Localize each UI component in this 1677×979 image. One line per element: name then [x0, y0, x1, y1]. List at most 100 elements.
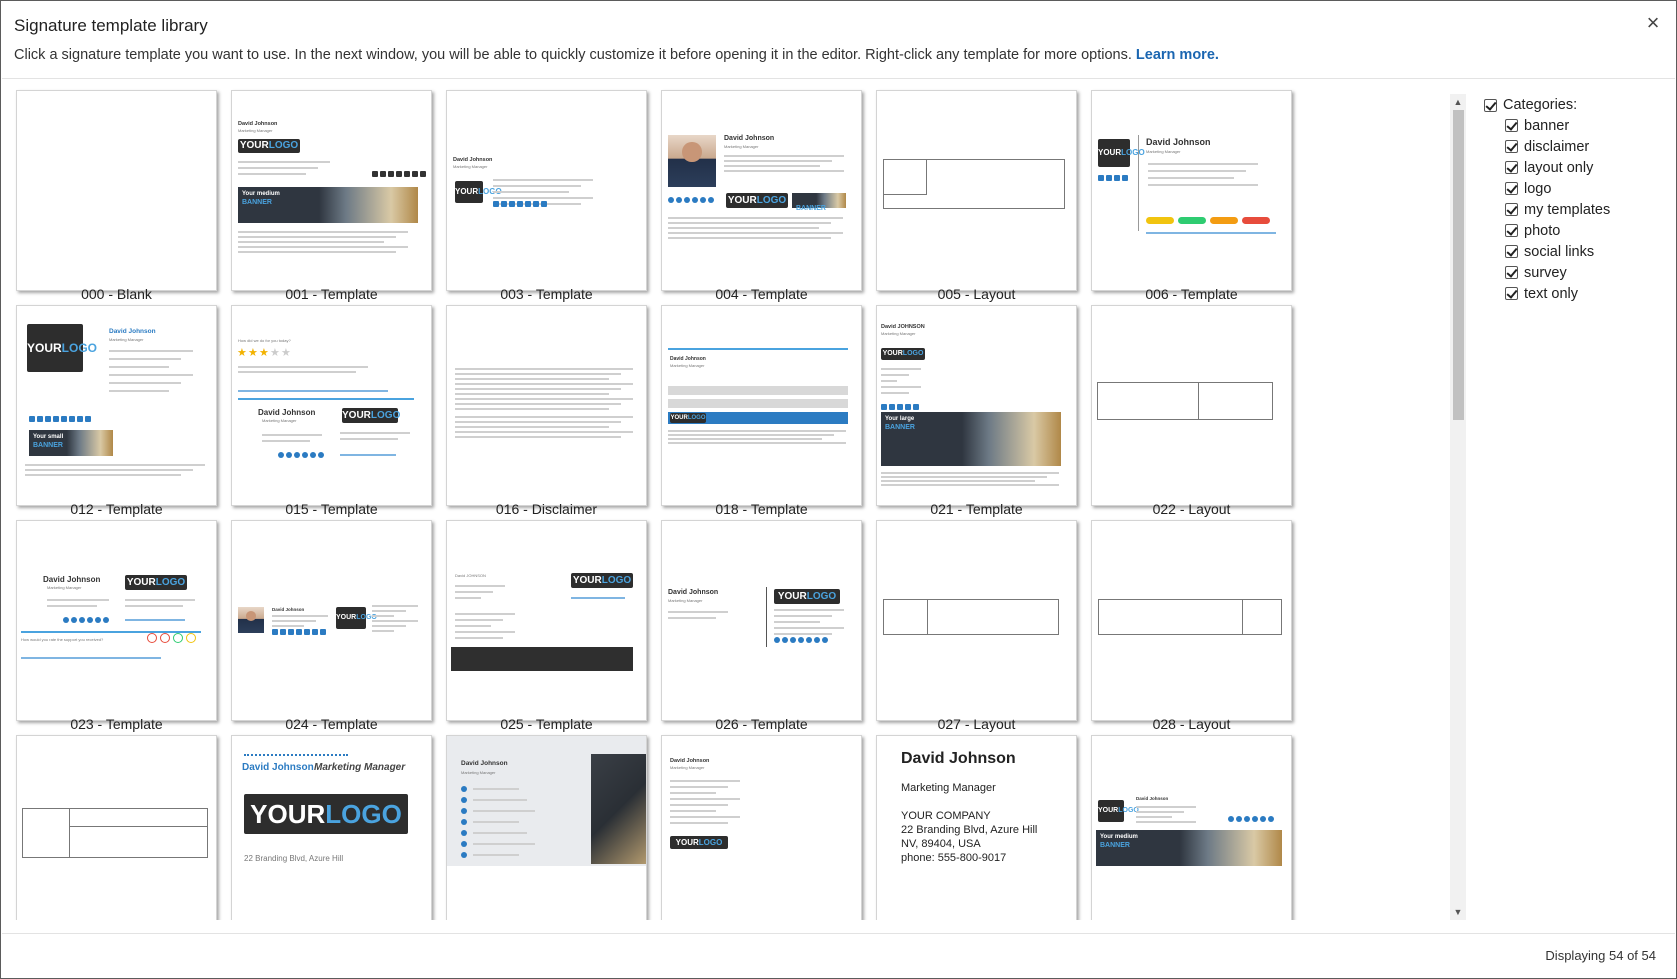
mini-text-line [881, 368, 921, 370]
banner-title: BANNER [796, 205, 826, 212]
template-thumbnail[interactable]: David Johnson Marketing Manager YOURLOGO [661, 305, 862, 506]
mini-small-text: 22 Branding Blvd, Azure Hill [244, 854, 344, 863]
categories-toggle[interactable]: Categories: [1484, 95, 1664, 115]
banner-text: Your small [33, 434, 64, 440]
template-label[interactable]: 006 - Template [1091, 286, 1292, 302]
template-thumbnail[interactable] [1091, 305, 1292, 506]
template-thumbnail[interactable]: David Johnson Marketing Manager YOURLOGO Ho… [16, 520, 217, 721]
mini-small-text: Marketing Manager [670, 363, 705, 368]
category-checkbox[interactable] [1505, 182, 1518, 195]
category-social-links[interactable]: social links [1505, 241, 1664, 262]
category-checkbox[interactable] [1505, 245, 1518, 258]
template-label[interactable]: 024 - Template [231, 716, 432, 732]
template-thumbnail[interactable]: David Johnson YOURLOGO [231, 520, 432, 721]
category-banner[interactable]: banner [1505, 115, 1664, 136]
social-icon [1228, 816, 1234, 822]
social-icons [493, 201, 547, 207]
template-label[interactable]: 028 - Layout [1091, 716, 1292, 732]
template-thumbnail[interactable]: David Johnson Marketing Manager YOUR COMPA… [876, 735, 1077, 920]
category-checkbox[interactable] [1505, 140, 1518, 153]
grey-bar [668, 386, 848, 395]
learn-more-link[interactable]: Learn more. [1136, 47, 1219, 63]
category-survey[interactable]: survey [1505, 262, 1664, 283]
template-thumbnail[interactable]: David Johnson Marketing Manager YOURLOGO [446, 90, 647, 291]
logo-word-a: YOUR [455, 187, 479, 196]
mini-text-line [774, 627, 844, 629]
template-label[interactable]: 027 - Layout [876, 716, 1077, 732]
category-checkbox[interactable] [1505, 287, 1518, 300]
template-label[interactable]: 018 - Template [661, 501, 862, 517]
template-label[interactable]: 023 - Template [16, 716, 217, 732]
template-thumbnail[interactable]: David Johnson Marketing Manager [446, 735, 647, 920]
template-label[interactable]: 001 - Template [231, 286, 432, 302]
category-disclaimer[interactable]: disclaimer [1505, 136, 1664, 157]
mini-text-line [1148, 163, 1258, 165]
template-thumbnail[interactable] [876, 520, 1077, 721]
template-thumbnail[interactable] [16, 735, 217, 920]
mini-text-line [670, 780, 740, 782]
dotted-line [244, 754, 348, 756]
category-checkbox[interactable] [1505, 161, 1518, 174]
template-label[interactable]: 003 - Template [446, 286, 647, 302]
category-checkbox[interactable] [1505, 266, 1518, 279]
template-label[interactable]: 021 - Template [876, 501, 1077, 517]
template-thumbnail[interactable]: David JOHNSON Marketing Manager YOURLOGO Yo… [876, 305, 1077, 506]
template-thumbnail[interactable] [16, 90, 217, 291]
close-icon[interactable]: × [1642, 12, 1664, 35]
grid-scrollbar[interactable]: ▲ ▼ [1450, 94, 1466, 920]
template-label[interactable]: 000 - Blank [16, 286, 217, 302]
template-thumbnail[interactable]: How did we do for you today? ★ ★ ★ ★ ★ David J… [231, 305, 432, 506]
logo-word-a: YOUR [727, 195, 757, 206]
template-label[interactable]: 016 - Disclaimer [446, 501, 647, 517]
template-thumbnail[interactable]: David Johnson Marketing Manager YOURLOGO 22… [231, 735, 432, 920]
logo-word-a: YOUR [1098, 807, 1119, 814]
template-thumbnail[interactable] [446, 305, 647, 506]
template-thumbnail[interactable]: David JOHNSON YOURLOGO [446, 520, 647, 721]
category-photo[interactable]: photo [1505, 220, 1664, 241]
template-label[interactable]: 026 - Template [661, 716, 862, 732]
mini-text-line [455, 378, 609, 380]
template-thumbnail[interactable]: YOURLOGO David Johnson Your medium BANNER [1091, 735, 1292, 920]
mini-banner: BANNER [792, 193, 846, 212]
categories-checkbox[interactable] [1484, 98, 1497, 112]
category-my-templates[interactable]: my templates [1505, 199, 1664, 220]
scroll-down-arrow-icon[interactable]: ▼ [1450, 904, 1466, 920]
template-thumbnail[interactable]: YOURLOGO David Johnson Marketing Manager Yo… [16, 305, 217, 506]
mini-logo: YOURLOGO [455, 181, 502, 203]
contact-bullet-icon [461, 841, 467, 847]
mini-text-line [724, 160, 832, 162]
mini-text-line [724, 155, 844, 157]
template-label[interactable]: 012 - Template [16, 501, 217, 517]
template-thumbnail[interactable]: David Johnson Marketing Manager YOURLOGO [661, 520, 862, 721]
mini-text-line [25, 469, 193, 471]
category-checkbox[interactable] [1505, 224, 1518, 237]
logo-word-a: YOUR [342, 410, 371, 421]
category-text-only[interactable]: text only [1505, 283, 1664, 304]
template-thumbnail[interactable] [1091, 520, 1292, 721]
category-logo[interactable]: logo [1505, 178, 1664, 199]
category-checkbox[interactable] [1505, 119, 1518, 132]
mini-small-text: Marketing Manager [262, 418, 297, 423]
category-checkbox[interactable] [1505, 203, 1518, 216]
social-icon [676, 197, 682, 203]
template-label[interactable]: 022 - Layout [1091, 501, 1292, 517]
template-label[interactable]: 015 - Template [231, 501, 432, 517]
template-thumbnail[interactable]: David Johnson Marketing Manager YOURLOGO BA… [661, 90, 862, 291]
mini-text-line [455, 613, 515, 615]
template-label[interactable]: 025 - Template [446, 716, 647, 732]
contact-bullet-icon [461, 808, 467, 814]
template-label[interactable]: 005 - Layout [876, 286, 1077, 302]
template-thumbnail[interactable]: David Johnson Marketing Manager YOURLOGO [661, 735, 862, 920]
scroll-thumb[interactable] [1453, 110, 1464, 420]
mini-text-line [668, 217, 843, 219]
category-layout-only[interactable]: layout only [1505, 157, 1664, 178]
template-thumbnail[interactable]: David Johnson Marketing Manager YOURLOGO Yo… [231, 90, 432, 291]
survey-pill [1146, 217, 1174, 224]
scroll-up-arrow-icon[interactable]: ▲ [1450, 94, 1466, 110]
social-icon [85, 416, 91, 422]
layout-frame [1098, 599, 1282, 635]
template-thumbnail[interactable] [876, 90, 1077, 291]
mini-text-line [372, 625, 406, 627]
template-label[interactable]: 004 - Template [661, 286, 862, 302]
template-thumbnail[interactable]: YOURLOGO David Johnson Marketing Manager [1091, 90, 1292, 291]
